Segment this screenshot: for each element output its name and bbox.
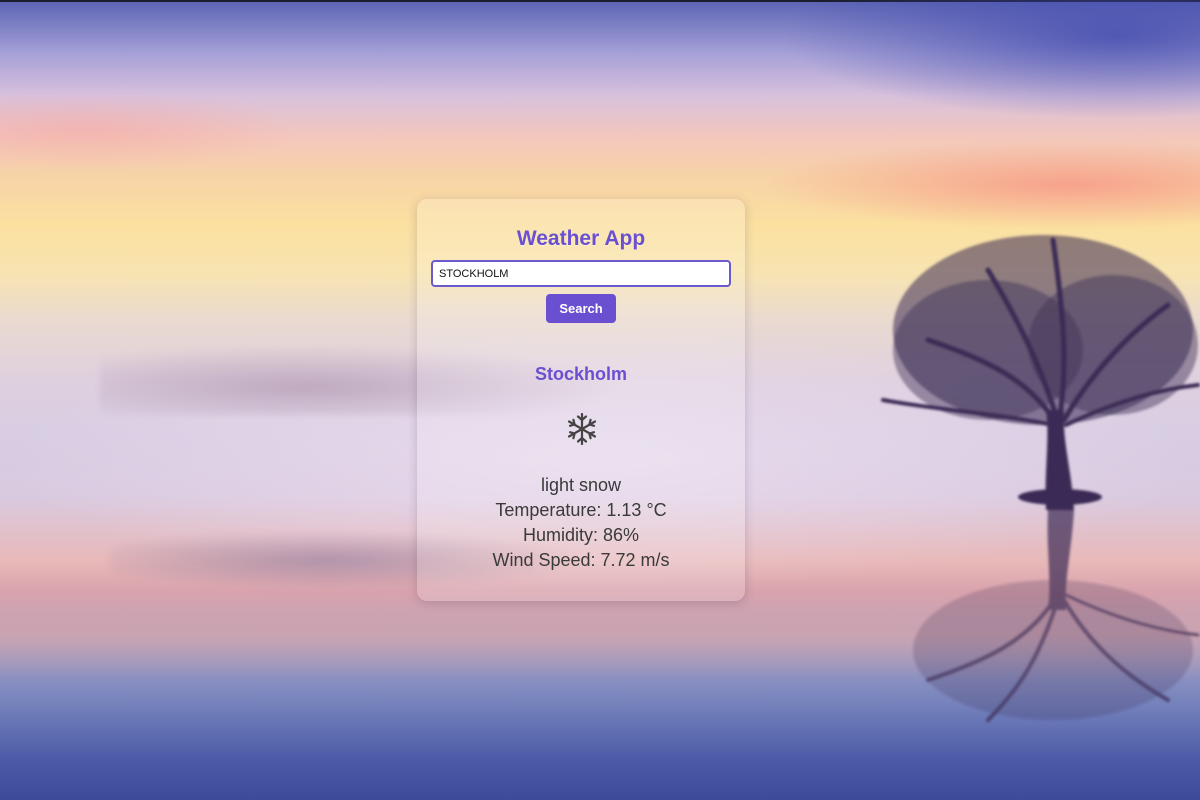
temperature-text: Temperature: 1.13 °C <box>495 500 667 520</box>
snowflake-icon <box>567 412 597 446</box>
weather-card: Weather App Search Stockholm light snow … <box>417 199 745 601</box>
city-search-input[interactable] <box>431 260 731 287</box>
city-name: Stockholm <box>534 364 627 384</box>
wind-speed-text: Wind Speed: 7.72 m/s <box>492 550 670 570</box>
app-title: Weather App <box>516 227 646 250</box>
humidity-text: Humidity: 86% <box>522 525 640 545</box>
weather-description: light snow <box>540 475 622 495</box>
tree-silhouette <box>881 235 1200 722</box>
search-button[interactable]: Search <box>546 294 616 323</box>
sky-glow <box>780 0 1200 120</box>
sunset-glow-left <box>0 90 300 170</box>
